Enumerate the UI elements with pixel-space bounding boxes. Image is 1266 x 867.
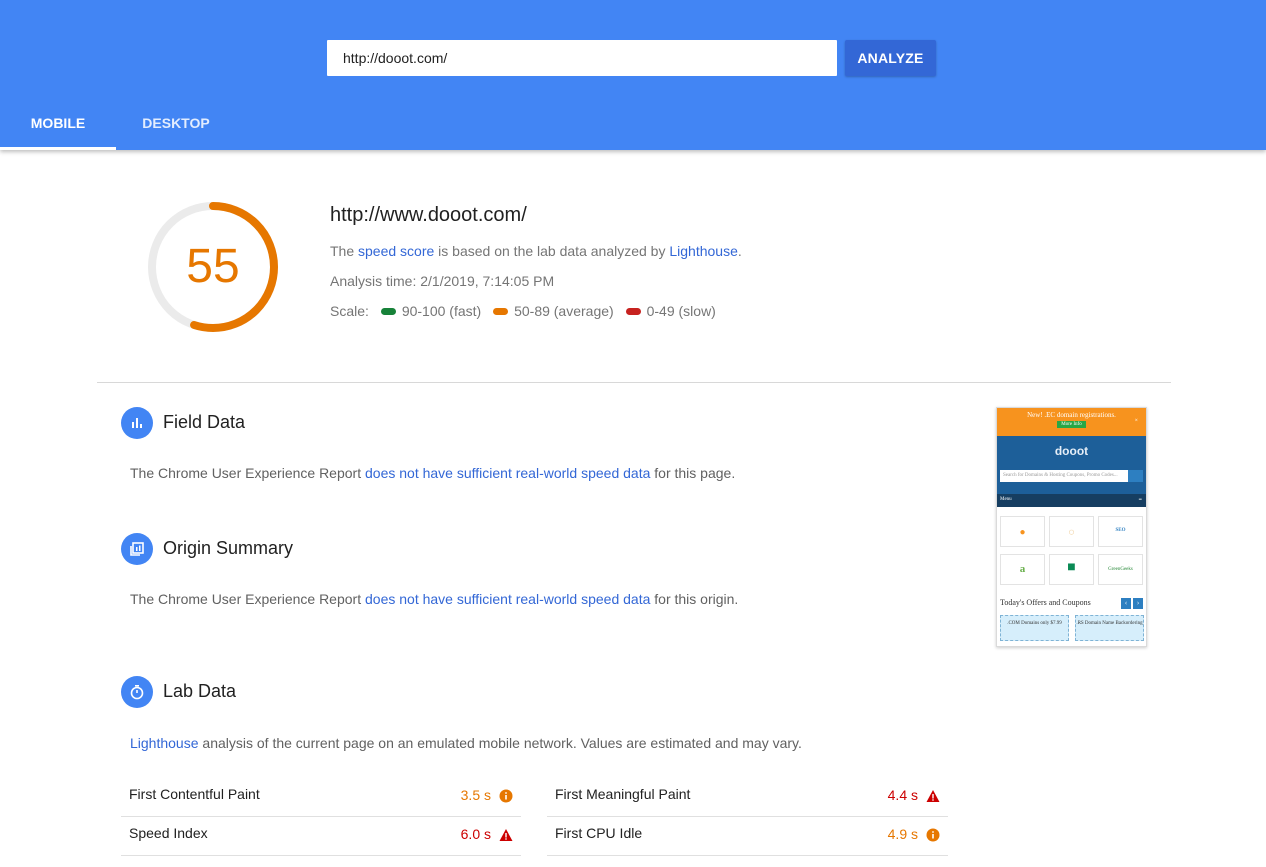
stopwatch-icon	[121, 676, 153, 708]
lighthouse-analysis-link[interactable]: Lighthouse	[130, 735, 199, 751]
scale-average-swatch	[493, 307, 509, 315]
origin-summary-text: The Chrome User Experience Report does n…	[130, 591, 739, 607]
scale-fast-swatch	[380, 307, 396, 315]
analyze-button[interactable]: ANALYZE	[845, 40, 936, 76]
metric-label: First Meaningful Paint	[555, 786, 691, 802]
thumb-menu: Menu ≡	[997, 494, 1146, 507]
scale-slow-swatch	[625, 307, 641, 315]
thumb-coupon: .COM Domains only $7.99	[1000, 615, 1069, 641]
thumb-offers-heading: Today's Offers and Coupons	[1000, 598, 1091, 607]
tab-desktop[interactable]: DESKTOP	[116, 100, 236, 150]
metric-first-meaningful-paint: First Meaningful Paint 4.4 s	[547, 778, 948, 817]
thumb-logo: dooot	[1054, 444, 1089, 458]
thumb-search: Search for Domains & Hosting Coupons, Pr…	[1000, 470, 1128, 482]
metric-value: 3.5 s	[460, 787, 491, 803]
thumb-hero: dooot Search for Domains & Hosting Coupo…	[997, 436, 1146, 494]
warning-icon	[499, 829, 513, 841]
metric-value: 6.0 s	[460, 826, 491, 842]
metric-first-cpu-idle: First CPU Idle 4.9 s	[547, 817, 948, 856]
origin-summary-title: Origin Summary	[163, 538, 294, 558]
metric-value: 4.4 s	[887, 787, 918, 803]
page-screenshot-thumbnail: New! .EC domain registrations. More Info…	[996, 407, 1147, 647]
tab-mobile[interactable]: MOBILE	[0, 100, 116, 150]
metric-speed-index: Speed Index 6.0 s	[121, 817, 521, 856]
info-icon	[926, 828, 940, 842]
score-scale: Scale: 90-100 (fast) 50-89 (average) 0-4…	[330, 303, 716, 319]
thumb-coupon: .RS Domain Name Backordering	[1075, 615, 1144, 641]
warning-icon	[926, 790, 940, 802]
metric-label: First Contentful Paint	[129, 786, 260, 802]
field-data-title: Field Data	[163, 412, 246, 432]
info-icon	[499, 789, 513, 803]
analyzed-url: http://www.dooot.com/	[330, 204, 527, 226]
field-data-text: The Chrome User Experience Report does n…	[130, 465, 736, 481]
metric-first-contentful-paint: First Contentful Paint 3.5 s	[121, 778, 521, 817]
thumb-search-icon	[1128, 470, 1143, 482]
origin-summary-icon	[121, 533, 153, 565]
header-bar: ANALYZE MOBILE DESKTOP	[0, 0, 1266, 150]
lab-data-title: Lab Data	[163, 681, 237, 701]
bar-chart-icon	[121, 407, 153, 439]
score-description: The speed score is based on the lab data…	[330, 243, 742, 259]
thumb-banner: New! .EC domain registrations. More Info…	[997, 408, 1146, 436]
metric-label: Speed Index	[129, 825, 208, 841]
metric-value: 4.9 s	[887, 826, 918, 842]
origin-summary-link[interactable]: does not have sufficient real-world spee…	[365, 591, 650, 607]
section-divider	[97, 382, 1171, 383]
thumb-arrows: ‹ ›	[1121, 598, 1143, 609]
analysis-time: Analysis time: 2/1/2019, 7:14:05 PM	[330, 273, 555, 289]
speed-score-link[interactable]: speed score	[358, 243, 434, 259]
metric-label: First CPU Idle	[555, 825, 643, 841]
lighthouse-link[interactable]: Lighthouse	[669, 243, 738, 259]
lab-data-text: Lighthouse analysis of the current page …	[130, 735, 802, 751]
score-value: 55	[186, 240, 240, 293]
url-input[interactable]	[327, 40, 837, 76]
field-data-link[interactable]: does not have sufficient real-world spee…	[365, 465, 650, 481]
